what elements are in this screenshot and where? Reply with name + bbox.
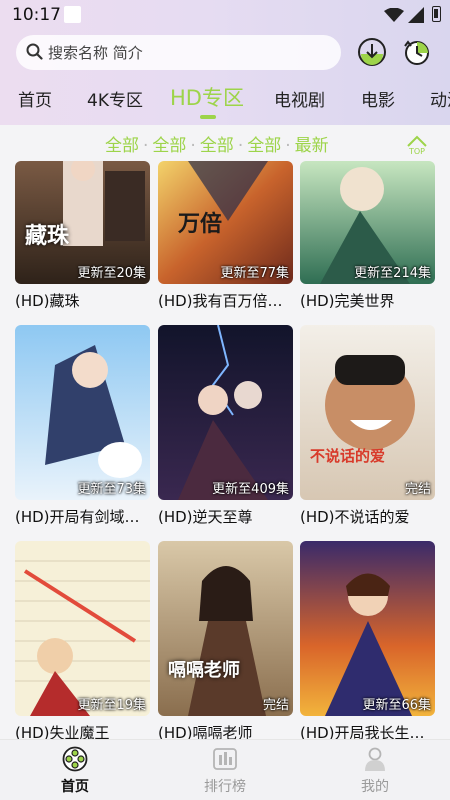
tab-anime[interactable]: 动漫	[430, 86, 450, 111]
nav-ranking[interactable]: 排行榜	[180, 746, 270, 796]
video-card[interactable]: 更新至409集 (HD)逆天至尊	[158, 325, 293, 526]
nav-label: 首页	[61, 779, 89, 795]
video-grid: 藏珠 更新至20集 (HD)藏珠 万倍 更新至77集 (HD)我有百万倍… 更新…	[0, 161, 450, 739]
episode-badge: 更新至409集	[212, 482, 289, 497]
filter-sort[interactable]: 最新	[295, 136, 329, 156]
nav-home[interactable]: 首页	[30, 746, 120, 796]
poster-title: 不说话的爱	[310, 447, 386, 465]
episode-badge: 更新至214集	[354, 266, 431, 281]
nav-label: 排行榜	[204, 779, 246, 795]
tab-hd[interactable]: HD专区	[170, 82, 244, 112]
profile-icon	[365, 747, 385, 771]
video-title: (HD)完美世界	[300, 292, 395, 310]
video-card[interactable]: 更新至73集 (HD)开局有剑域…	[15, 325, 150, 526]
video-title: (HD)嗝嗝老师	[158, 724, 253, 739]
poster-image	[158, 541, 293, 716]
tab-home[interactable]: 首页	[18, 86, 52, 111]
video-title: (HD)我有百万倍…	[158, 292, 283, 310]
video-poster: 藏珠 更新至20集	[15, 161, 150, 284]
search-input[interactable]	[48, 39, 328, 66]
poster-image	[15, 541, 150, 716]
film-reel-icon	[62, 746, 88, 772]
video-poster: 更新至19集	[15, 541, 150, 716]
video-card[interactable]: 嗝嗝老师 完结 (HD)嗝嗝老师	[158, 541, 293, 739]
chart-icon	[213, 748, 237, 770]
video-title: (HD)开局我长生…	[300, 724, 425, 739]
tab-tv-series[interactable]: 电视剧	[274, 86, 325, 111]
episode-badge: 更新至20集	[77, 266, 146, 281]
separator-dot: ·	[143, 136, 149, 156]
video-poster: 更新至66集	[300, 541, 435, 716]
top-label: TOP	[408, 147, 425, 156]
filter-row: 全部 · 全部 · 全部 · 全部 · 最新	[105, 131, 329, 156]
search-icon	[26, 43, 43, 60]
nav-profile[interactable]: 我的	[330, 746, 420, 796]
back-to-top-button[interactable]: TOP	[404, 133, 430, 157]
tab-movies[interactable]: 电影	[361, 86, 395, 111]
poster-title: 藏珠	[25, 223, 70, 249]
episode-badge: 完结	[404, 482, 431, 497]
video-title: (HD)藏珠	[15, 292, 80, 310]
video-card[interactable]: 不说话的爱 完结 (HD)不说话的爱	[300, 325, 435, 526]
poster-image	[15, 325, 150, 500]
poster-image	[158, 325, 293, 500]
video-title: (HD)失业魔王	[15, 724, 110, 739]
video-poster: 更新至214集	[300, 161, 435, 284]
video-poster: 万倍 更新至77集	[158, 161, 293, 284]
episode-badge: 完结	[262, 698, 289, 713]
bottom-navigation: 首页 排行榜 我的	[0, 739, 450, 800]
battery-icon	[432, 6, 441, 22]
poster-title: 嗝嗝老师	[168, 660, 240, 681]
separator-dot: ·	[285, 136, 291, 156]
separator-dot: ·	[237, 136, 244, 156]
poster-image	[300, 325, 435, 500]
notification-icon	[64, 6, 81, 23]
video-card[interactable]: 更新至19集 (HD)失业魔王	[15, 541, 150, 739]
video-title: (HD)开局有剑域…	[15, 508, 140, 526]
episode-badge: 更新至77集	[220, 266, 289, 281]
poster-image	[300, 541, 435, 716]
svg-text:万倍: 万倍	[177, 211, 222, 237]
tab-4k[interactable]: 4K专区	[87, 86, 143, 111]
filter-option[interactable]: 全部	[200, 136, 234, 156]
video-poster: 更新至73集	[15, 325, 150, 500]
active-tab-indicator	[200, 115, 216, 119]
top-header: 10:17 首页 4K专区 HD专区 电视剧 电影 动漫	[0, 0, 450, 125]
filter-option[interactable]: 全部	[247, 136, 281, 156]
video-poster: 不说话的爱 完结	[300, 325, 435, 500]
video-card[interactable]: 更新至214集 (HD)完美世界	[300, 161, 435, 310]
download-icon[interactable]	[357, 37, 387, 67]
video-card[interactable]: 更新至66集 (HD)开局我长生…	[300, 541, 435, 739]
filter-option[interactable]: 全部	[105, 136, 139, 156]
wifi-icon	[384, 8, 404, 22]
separator-dot: ·	[190, 136, 196, 156]
video-title: (HD)不说话的爱	[300, 508, 410, 526]
video-poster: 嗝嗝老师 完结	[158, 541, 293, 716]
video-poster: 更新至409集	[158, 325, 293, 500]
history-icon[interactable]	[402, 37, 432, 67]
signal-icon	[408, 7, 424, 23]
video-card[interactable]: 万倍 更新至77集 (HD)我有百万倍…	[158, 161, 293, 310]
episode-badge: 更新至19集	[77, 698, 146, 713]
nav-label: 我的	[361, 779, 389, 795]
status-time: 10:17	[12, 5, 61, 25]
status-bar: 10:17	[0, 0, 450, 30]
episode-badge: 更新至66集	[362, 698, 431, 713]
filter-option[interactable]: 全部	[152, 136, 186, 156]
filter-bar: 全部 · 全部 · 全部 · 全部 · 最新 TOP	[0, 125, 450, 161]
search-bar[interactable]	[16, 35, 341, 70]
category-tabs: 首页 4K专区 HD专区 电视剧 电影 动漫	[0, 80, 450, 120]
video-card[interactable]: 藏珠 更新至20集 (HD)藏珠	[15, 161, 150, 310]
chevron-up-icon	[407, 135, 427, 147]
video-title: (HD)逆天至尊	[158, 508, 253, 526]
episode-badge: 更新至73集	[77, 482, 146, 497]
